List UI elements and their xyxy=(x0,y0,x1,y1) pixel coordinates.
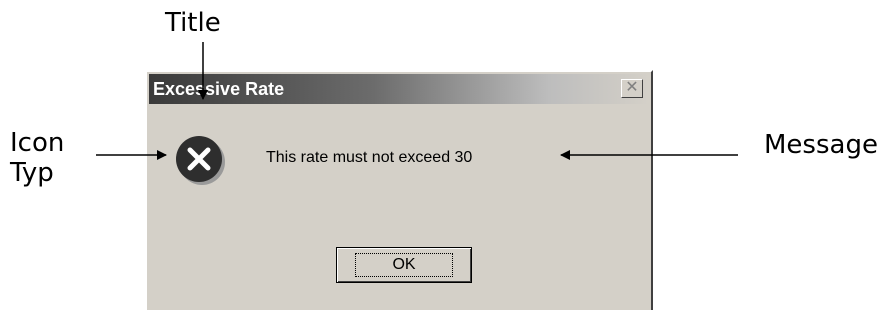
annotation-arrows xyxy=(96,42,738,160)
